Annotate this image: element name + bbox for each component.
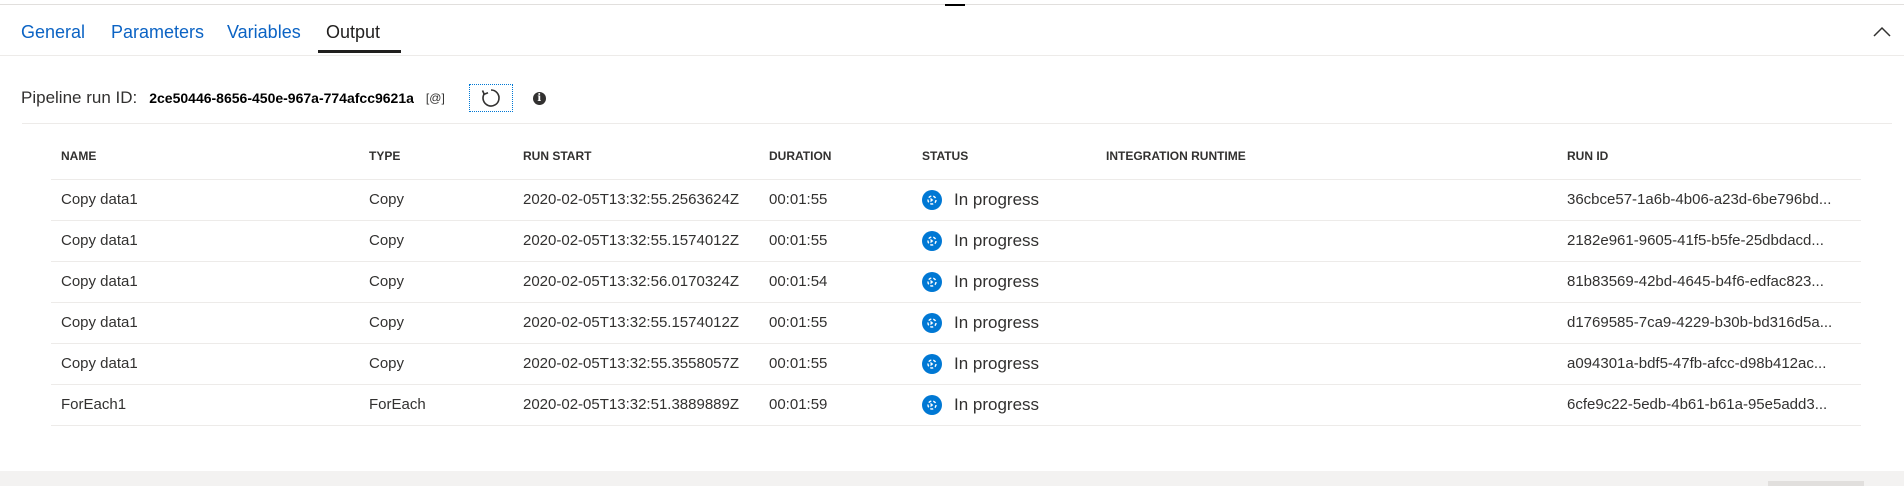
table-row[interactable]: Copy data1 Copy 2020-02-05T13:32:56.017032… [51,261,1861,303]
status-label: In progress [954,189,1040,209]
cell-run-id[interactable]: 36cbce57-1a6b-4b06-a23d-6be796bd... [1557,179,1861,221]
panel-resize-handle[interactable] [945,4,965,6]
table-row[interactable]: Copy data1 Copy 2020-02-05T13:32:55.157401… [51,220,1861,262]
cell-name[interactable]: ForEach1 [51,384,359,426]
cell-integration-runtime [1096,302,1557,344]
cell-duration: 00:01:54 [759,261,912,303]
column-header-name[interactable]: NAME [51,133,359,180]
in-progress-icon [922,312,942,333]
status-bar [0,471,1904,486]
refresh-button[interactable] [468,84,513,112]
cell-type: ForEach [359,384,513,426]
cell-run-start: 2020-02-05T13:32:55.3558057Z [513,343,759,385]
column-header-status[interactable]: STATUS [912,133,1096,180]
cell-duration: 00:01:55 [759,302,912,344]
pipeline-run-id-value: 2ce50446-8656-450e-967a-774afcc9621a [149,90,414,106]
table-row[interactable]: Copy data1 Copy 2020-02-05T13:32:55.157401… [51,302,1861,344]
cell-run-start: 2020-02-05T13:32:56.0170324Z [513,261,759,303]
tab-parameters[interactable]: Parameters [111,22,204,43]
refresh-icon [481,89,500,107]
cell-run-id[interactable]: 81b83569-42bd-4645-b4f6-edfac823... [1557,261,1861,303]
cell-integration-runtime [1096,261,1557,303]
table-header-row: NAME TYPE RUN START DURATION STATUS INTE… [51,133,1861,180]
cell-integration-runtime [1096,179,1557,221]
cell-run-start: 2020-02-05T13:32:55.2563624Z [513,179,759,221]
cell-run-start: 2020-02-05T13:32:55.1574012Z [513,220,759,262]
table-row[interactable]: ForEach1 ForEach 2020-02-05T13:32:51.38898… [51,384,1861,426]
in-progress-icon [922,230,942,251]
activity-runs-table: NAME TYPE RUN START DURATION STATUS INTE… [51,133,1861,426]
status-label: In progress [954,230,1040,250]
cell-name[interactable]: Copy data1 [51,220,359,262]
in-progress-icon [922,394,942,415]
status-label: In progress [954,353,1040,373]
cell-duration: 00:01:55 [759,220,912,262]
cell-status: In progress [912,302,1096,344]
divider [22,123,1892,124]
tab-output[interactable]: Output [326,22,380,43]
cell-name[interactable]: Copy data1 [51,302,359,344]
cell-integration-runtime [1096,220,1557,262]
cell-type: Copy [359,343,513,385]
cell-type: Copy [359,261,513,303]
cell-duration: 00:01:55 [759,179,912,221]
column-header-run-id[interactable]: RUN ID [1557,133,1861,180]
cell-status: In progress [912,384,1096,426]
chevron-up-icon [1873,26,1891,37]
cell-run-id[interactable]: d1769585-7ca9-4229-b30b-bd316d5a... [1557,302,1861,344]
cell-type: Copy [359,302,513,344]
active-tab-indicator [318,50,401,53]
cell-status: In progress [912,261,1096,303]
cell-status: In progress [912,179,1096,221]
tab-bar: General Parameters Variables Output [0,8,1904,56]
copy-run-id-button[interactable]: [@] [426,91,445,105]
cell-run-start: 2020-02-05T13:32:55.1574012Z [513,302,759,344]
table-row[interactable]: Copy data1 Copy 2020-02-05T13:32:55.256362… [51,179,1861,221]
scrollbar-thumb[interactable] [1768,481,1864,486]
cell-run-id[interactable]: a094301a-bdf5-47fb-afcc-d98b412ac... [1557,343,1861,385]
cell-name[interactable]: Copy data1 [51,179,359,221]
cell-status: In progress [912,343,1096,385]
cell-duration: 00:01:55 [759,343,912,385]
column-header-type[interactable]: TYPE [359,133,513,180]
tab-variables[interactable]: Variables [227,22,301,43]
cell-run-id[interactable]: 2182e961-9605-41f5-b5fe-25dbdacd... [1557,220,1861,262]
cell-type: Copy [359,179,513,221]
pipeline-run-id-bar: Pipeline run ID: 2ce50446-8656-450e-967a… [21,80,546,116]
cell-status: In progress [912,220,1096,262]
column-header-integration-runtime[interactable]: INTEGRATION RUNTIME [1096,133,1557,180]
table-row[interactable]: Copy data1 Copy 2020-02-05T13:32:55.355805… [51,343,1861,385]
cell-name[interactable]: Copy data1 [51,261,359,303]
in-progress-icon [922,189,942,210]
cell-type: Copy [359,220,513,262]
cell-integration-runtime [1096,343,1557,385]
status-label: In progress [954,271,1040,291]
cell-name[interactable]: Copy data1 [51,343,359,385]
cell-run-start: 2020-02-05T13:32:51.3889889Z [513,384,759,426]
status-label: In progress [954,394,1040,414]
in-progress-icon [922,353,942,374]
cell-integration-runtime [1096,384,1557,426]
column-header-run-start[interactable]: RUN START [513,133,759,180]
table-body: Copy data1 Copy 2020-02-05T13:32:55.256362… [51,179,1861,426]
info-icon[interactable]: i [532,91,546,105]
collapse-panel-button[interactable] [1870,20,1894,44]
pipeline-run-id-label: Pipeline run ID: [21,88,138,107]
in-progress-icon [922,271,942,292]
tab-general[interactable]: General [21,22,85,43]
cell-run-id[interactable]: 6cfe9c22-5edb-4b61-b61a-95e5add3... [1557,384,1861,426]
status-label: In progress [954,312,1040,332]
column-header-duration[interactable]: DURATION [759,133,912,180]
cell-duration: 00:01:59 [759,384,912,426]
